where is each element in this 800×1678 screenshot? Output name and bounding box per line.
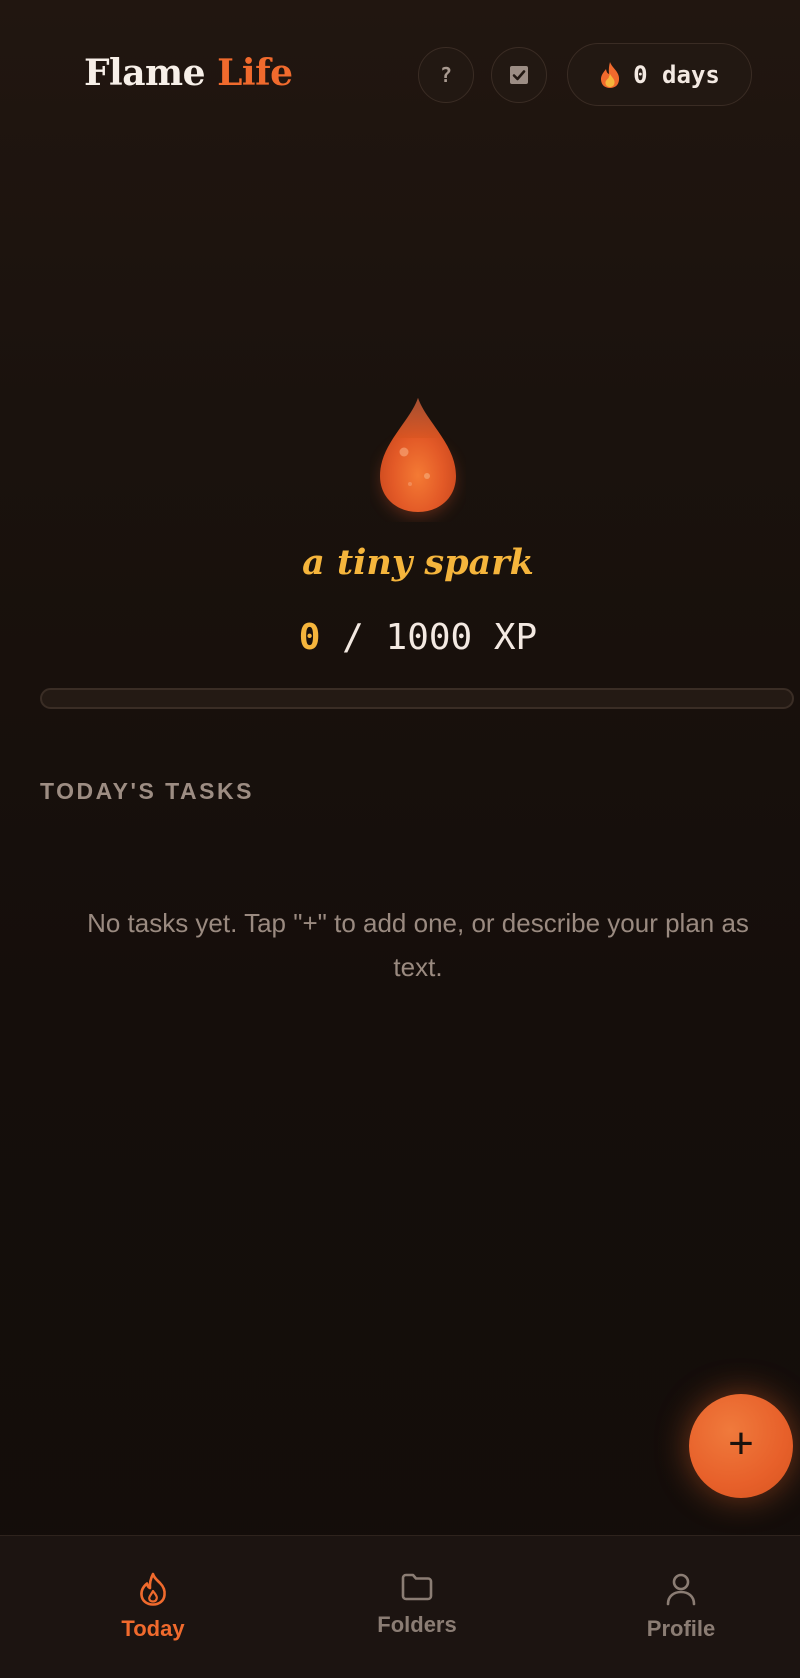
- nav-label-folders: Folders: [377, 1612, 457, 1637]
- user-icon: [666, 1573, 696, 1606]
- plus-icon: +: [728, 1419, 754, 1468]
- streak-days-label: 0 days: [633, 60, 720, 89]
- xp-progress-bar: [40, 688, 794, 709]
- nav-item-folders[interactable]: Folders: [307, 1536, 527, 1678]
- xp-total: 1000 XP: [385, 617, 538, 658]
- xp-separator: /: [342, 617, 364, 658]
- nav-label-profile: Profile: [646, 1616, 716, 1641]
- section-title-tasks: TODAY'S TASKS: [40, 778, 254, 804]
- help-button[interactable]: ?: [418, 47, 474, 103]
- app-logo: Flame Life: [84, 52, 293, 94]
- checklist-button[interactable]: [491, 47, 547, 103]
- level-name: a tiny spark: [302, 542, 534, 583]
- nav-label-today: Today: [121, 1616, 185, 1641]
- folder-icon: [401, 1573, 433, 1601]
- brand-name-first: Flame: [84, 52, 206, 94]
- flame-icon: [140, 1572, 166, 1606]
- brand-name-second: Life: [217, 52, 293, 94]
- bottom-nav: Today Folders Profile: [0, 1535, 800, 1678]
- fire-icon: [601, 61, 620, 88]
- streak-counter[interactable]: 0 days: [567, 43, 752, 106]
- spark-flame-icon: [380, 398, 456, 516]
- checkbox-icon: [510, 66, 528, 84]
- app-header: Flame Life ? 0 days: [0, 0, 800, 150]
- help-icon: ?: [439, 63, 453, 87]
- xp-current: 0: [298, 617, 321, 658]
- nav-item-today[interactable]: Today: [43, 1536, 263, 1678]
- nav-item-profile[interactable]: Profile: [571, 1536, 791, 1678]
- xp-counter: 0 / 1000 XP: [0, 617, 800, 658]
- empty-tasks-message: No tasks yet. Tap "+" to add one, or des…: [87, 908, 749, 982]
- add-task-button[interactable]: +: [689, 1394, 793, 1498]
